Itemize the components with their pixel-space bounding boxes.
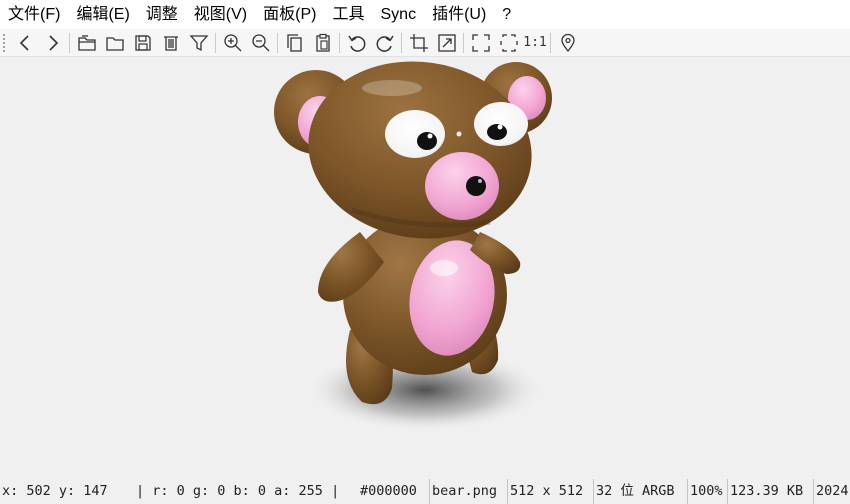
delete-button[interactable]	[158, 31, 183, 55]
save-button[interactable]	[130, 31, 155, 55]
location-button[interactable]	[555, 31, 580, 55]
status-filename: bear.png	[430, 479, 508, 504]
bear-image	[274, 61, 552, 432]
zoom-in-icon	[223, 33, 241, 51]
menu-edit[interactable]: 编辑(E)	[68, 0, 137, 29]
toolbar-separator	[215, 32, 216, 53]
status-coords: x: 502 y: 147	[2, 483, 108, 499]
resize-button[interactable]	[434, 31, 459, 55]
rotate-right-icon	[376, 35, 394, 52]
back-icon	[19, 34, 29, 51]
status-zoom: 100%	[688, 479, 728, 504]
status-bit-depth: 32 位 ARGB	[594, 479, 688, 504]
bear-snout	[425, 152, 499, 220]
location-pin-icon	[560, 33, 575, 52]
fit-width-button[interactable]	[496, 31, 521, 55]
actual-size-icon: 1:1	[523, 35, 547, 50]
bear-left-eye	[385, 110, 445, 158]
toolbar-separator	[277, 32, 278, 53]
toolbar-separator	[69, 32, 70, 53]
toolbar-separator	[339, 32, 340, 53]
bear-right-eye	[474, 102, 528, 146]
fit-width-icon	[499, 33, 518, 52]
filter-button[interactable]	[186, 31, 211, 55]
fit-window-button[interactable]	[468, 31, 493, 55]
actual-size-button[interactable]: 1:1	[523, 31, 547, 55]
toolbar-separator	[550, 32, 551, 53]
zoom-out-icon	[251, 33, 269, 51]
menu-plugins[interactable]: 插件(U)	[424, 0, 494, 29]
zoom-in-button[interactable]	[220, 31, 245, 55]
app-window: 文件(F) 编辑(E) 调整 视图(V) 面板(P) 工具 Sync 插件(U)…	[0, 0, 850, 504]
zoom-out-button[interactable]	[248, 31, 273, 55]
menu-view[interactable]: 视图(V)	[186, 0, 255, 29]
menu-panel[interactable]: 面板(P)	[255, 0, 324, 29]
forward-icon	[48, 34, 58, 51]
folder-icon	[105, 36, 124, 51]
crop-button[interactable]	[406, 31, 431, 55]
forward-button[interactable]	[40, 31, 65, 55]
copy-button[interactable]	[282, 31, 307, 55]
toolbar-separator	[463, 32, 464, 53]
fit-window-icon	[471, 33, 490, 52]
menu-sync[interactable]: Sync	[373, 0, 425, 29]
menu-help[interactable]: ?	[494, 0, 519, 29]
status-pixel-values: | r: 0 g: 0 b: 0 a: 255 |	[136, 483, 340, 499]
folder-button[interactable]	[102, 31, 127, 55]
status-hex-color: #000000	[358, 479, 430, 504]
resize-icon	[437, 33, 456, 52]
crop-icon	[409, 33, 428, 52]
status-filesize: 123.39 KB	[728, 479, 814, 504]
rotate-right-button[interactable]	[372, 31, 397, 55]
save-icon	[134, 34, 151, 51]
paste-button[interactable]	[310, 31, 335, 55]
status-bar: x: 502 y: 147 | r: 0 g: 0 b: 0 a: 255 | …	[0, 479, 850, 504]
open-folder-button[interactable]	[74, 31, 99, 55]
rotate-left-button[interactable]	[344, 31, 369, 55]
menu-bar: 文件(F) 编辑(E) 调整 视图(V) 面板(P) 工具 Sync 插件(U)…	[0, 0, 850, 29]
image-canvas[interactable]	[0, 57, 850, 479]
paste-icon	[315, 33, 330, 52]
filter-icon	[189, 34, 208, 51]
status-dimensions: 512 x 512	[508, 479, 594, 504]
menu-file[interactable]: 文件(F)	[0, 0, 68, 29]
rotate-left-icon	[347, 35, 365, 52]
toolbar-grip[interactable]	[2, 32, 6, 53]
menu-tools[interactable]: 工具	[324, 0, 372, 29]
open-folder-icon	[77, 34, 96, 51]
back-button[interactable]	[12, 31, 37, 55]
copy-icon	[286, 33, 302, 52]
status-date: 2024	[816, 483, 849, 499]
menu-adjust[interactable]: 调整	[138, 0, 186, 29]
bear-nose	[466, 176, 486, 196]
toolbar: 1:1	[0, 29, 850, 57]
delete-icon	[163, 35, 178, 51]
toolbar-separator	[401, 32, 402, 53]
